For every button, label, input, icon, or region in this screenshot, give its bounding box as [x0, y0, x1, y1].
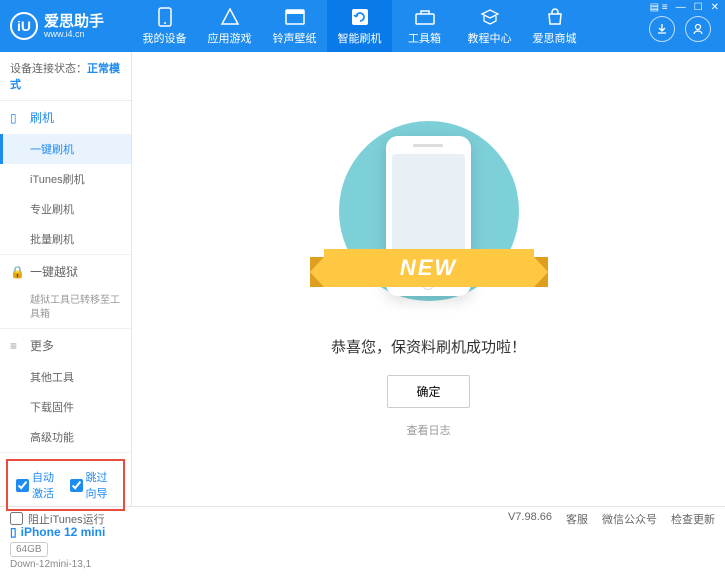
logo-icon: iU [10, 12, 38, 40]
nav-store[interactable]: 爱思商城 [522, 0, 587, 52]
flash-icon [350, 7, 370, 27]
logo-section: iU 爱思助手 www.i4.cn [0, 12, 132, 40]
menu-icon[interactable]: ▤ ≡ [650, 2, 668, 13]
block-itunes-checkbox[interactable]: 阻止iTunes运行 [10, 511, 105, 527]
sidebar-section-flash[interactable]: ▯刷机 [0, 101, 131, 134]
main-nav: 我的设备 应用游戏 铃声壁纸 智能刷机 工具箱 教程中心 爱思商城 [132, 0, 587, 52]
auto-activate-checkbox[interactable]: 自动激活 [16, 469, 62, 501]
apps-icon [220, 7, 240, 27]
update-link[interactable]: 检查更新 [671, 511, 715, 527]
nav-toolbox[interactable]: 工具箱 [392, 0, 457, 52]
title-bar: iU 爱思助手 www.i4.cn 我的设备 应用游戏 铃声壁纸 智能刷机 工具… [0, 0, 725, 52]
device-model: Down-12mini-13,1 [10, 559, 121, 570]
sidebar-item-advanced[interactable]: 高级功能 [0, 422, 131, 452]
app-url: www.i4.cn [44, 29, 104, 39]
sidebar-section-jailbreak[interactable]: 🔒一键越狱 [0, 255, 131, 288]
app-name: 爱思助手 [44, 14, 104, 29]
sidebar-item-oneclick-flash[interactable]: 一键刷机 [0, 134, 131, 164]
sidebar-item-pro-flash[interactable]: 专业刷机 [0, 194, 131, 224]
service-link[interactable]: 客服 [566, 511, 588, 527]
sidebar: 设备连接状态：正常模式 ▯刷机 一键刷机 iTunes刷机 专业刷机 批量刷机 … [0, 52, 132, 506]
main-content: NEW 恭喜您，保资料刷机成功啦！ 确定 查看日志 [132, 52, 725, 506]
wallpaper-icon [285, 7, 305, 27]
wechat-link[interactable]: 微信公众号 [602, 511, 657, 527]
phone-icon: ▯ [10, 525, 17, 539]
jailbreak-note: 越狱工具已转移至工具箱 [0, 288, 131, 328]
logo-text: 爱思助手 www.i4.cn [44, 14, 104, 39]
version-label: V7.98.66 [508, 511, 552, 527]
nav-tutorial[interactable]: 教程中心 [457, 0, 522, 52]
success-illustration: NEW [324, 121, 534, 321]
user-button[interactable] [685, 16, 711, 42]
connection-status: 设备连接状态：正常模式 [0, 52, 131, 101]
storage-badge: 64GB [10, 542, 48, 557]
tutorial-icon [480, 7, 500, 27]
checkbox-area: 自动激活 跳过向导 [6, 459, 125, 511]
toolbox-icon [415, 7, 435, 27]
phone-icon: ▯ [10, 111, 24, 125]
success-message: 恭喜您，保资料刷机成功啦！ [331, 336, 526, 357]
ok-button[interactable]: 确定 [387, 375, 469, 408]
download-button[interactable] [649, 16, 675, 42]
nav-ringtones[interactable]: 铃声壁纸 [262, 0, 327, 52]
close-icon[interactable]: ✕ [711, 2, 719, 13]
minimize-icon[interactable]: — [676, 2, 686, 13]
sidebar-section-more[interactable]: ≡更多 [0, 329, 131, 362]
lock-icon: 🔒 [10, 265, 24, 279]
new-ribbon: NEW [324, 249, 534, 291]
maximize-icon[interactable]: ☐ [694, 2, 703, 13]
sidebar-item-batch-flash[interactable]: 批量刷机 [0, 224, 131, 254]
sidebar-item-itunes-flash[interactable]: iTunes刷机 [0, 164, 131, 194]
skip-guide-checkbox[interactable]: 跳过向导 [70, 469, 116, 501]
sidebar-item-download-fw[interactable]: 下载固件 [0, 392, 131, 422]
window-controls: ▤ ≡ — ☐ ✕ [650, 2, 719, 13]
device-name: ▯iPhone 12 mini [10, 525, 121, 539]
sidebar-item-other-tools[interactable]: 其他工具 [0, 362, 131, 392]
store-icon [545, 7, 565, 27]
phone-icon [155, 7, 175, 27]
nav-my-device[interactable]: 我的设备 [132, 0, 197, 52]
list-icon: ≡ [10, 339, 24, 353]
view-log-link[interactable]: 查看日志 [407, 422, 451, 438]
nav-flash[interactable]: 智能刷机 [327, 0, 392, 52]
nav-apps[interactable]: 应用游戏 [197, 0, 262, 52]
